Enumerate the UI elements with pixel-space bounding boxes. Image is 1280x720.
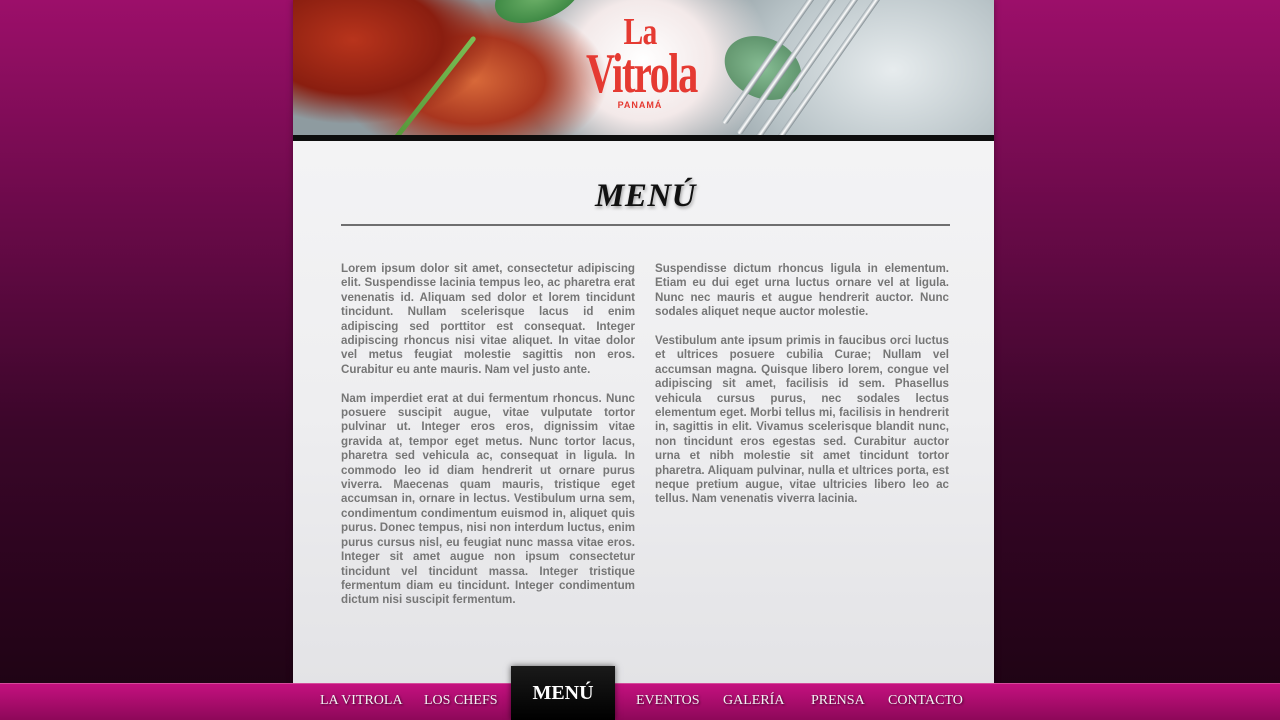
header-banner: La Vitrola PANAMÁ [293, 0, 994, 136]
nav-item-eventos[interactable]: EVENTOS [636, 693, 700, 709]
logo-line-vitrola: Vitrola [586, 43, 698, 105]
paragraph: Lorem ipsum dolor sit amet, consectetur … [341, 262, 635, 376]
herb-stem-graphic [374, 35, 477, 136]
nav-item-prensa[interactable]: PRENSA [811, 693, 865, 709]
nav-item-contacto[interactable]: CONTACTO [888, 693, 963, 709]
nav-item-menu-active[interactable]: MENÚ [511, 666, 615, 720]
banner-divider [293, 135, 994, 141]
title-rule [341, 224, 950, 226]
nav-item-la-vitrola[interactable]: LA VITROLA [320, 693, 403, 709]
paragraph: Suspendisse dictum rhoncus ligula in ele… [655, 262, 949, 319]
nav-item-galeria[interactable]: GALERÍA [723, 693, 784, 709]
fork-graphic [680, 0, 927, 136]
content-panel: La Vitrola PANAMÁ MENÚ Lorem ipsum dolor… [293, 0, 994, 684]
la-vitrola-logo[interactable]: La Vitrola PANAMÁ [565, 13, 715, 110]
paragraph: Nam imperdiet erat at dui fermentum rhon… [341, 391, 635, 607]
content-column-right: Suspendisse dictum rhoncus ligula in ele… [655, 262, 949, 521]
paragraph: Vestibulum ante ipsum primis in faucibus… [655, 334, 949, 506]
nav-item-los-chefs[interactable]: LOS CHEFS [424, 693, 498, 709]
page-title: MENÚ [594, 178, 697, 214]
content-column-left: Lorem ipsum dolor sit amet, consectetur … [341, 262, 635, 622]
